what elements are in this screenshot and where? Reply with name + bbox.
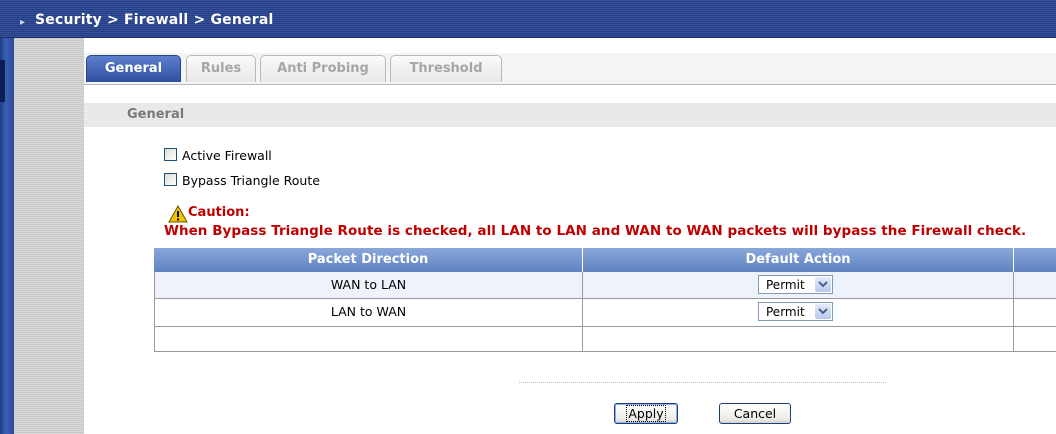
empty-cell <box>1014 327 1056 351</box>
cancel-label: Cancel <box>733 406 777 421</box>
caution-title: Caution: <box>188 205 250 220</box>
direction-cell: WAN to LAN <box>155 272 583 298</box>
column-header-packet-direction: Packet Direction <box>154 248 583 272</box>
extra-cell <box>1014 272 1056 298</box>
empty-cell <box>155 327 583 351</box>
section-title: General <box>127 107 185 122</box>
active-firewall-checkbox[interactable] <box>164 148 177 161</box>
caution-message: When Bypass Triangle Route is checked, a… <box>164 223 1027 239</box>
direction-text: WAN to LAN <box>330 277 407 292</box>
tab-strip: General Rules Anti Probing Threshold <box>84 53 1056 85</box>
divider <box>519 382 886 383</box>
tab-anti-probing[interactable]: Anti Probing <box>260 55 386 82</box>
tab-threshold[interactable]: Threshold <box>390 55 502 82</box>
tab-general[interactable]: General <box>86 55 181 82</box>
chevron-down-icon[interactable] <box>815 304 831 319</box>
selected-value: Permit <box>766 305 805 319</box>
action-cell: Permit <box>583 272 1014 298</box>
extra-cell <box>1014 299 1056 326</box>
table-row <box>154 327 1056 352</box>
cancel-button[interactable]: Cancel <box>719 403 791 424</box>
left-gutter <box>14 37 84 434</box>
empty-cell <box>583 327 1014 351</box>
column-header-extra <box>1014 248 1056 272</box>
direction-cell: LAN to WAN <box>155 299 583 326</box>
apply-label: Apply <box>626 405 666 422</box>
default-action-select[interactable]: Permit <box>758 302 833 321</box>
direction-text: LAN to WAN <box>330 304 407 319</box>
column-header-default-action: Default Action <box>583 248 1014 272</box>
table-row: WAN to LAN Permit <box>154 272 1056 299</box>
policy-table: Packet Direction Default Action WAN to L… <box>154 248 1056 353</box>
frame-edge <box>0 60 5 102</box>
apply-button[interactable]: Apply <box>614 403 678 424</box>
active-firewall-label: Active Firewall <box>182 148 272 163</box>
warning-triangle-icon <box>168 205 188 223</box>
section-header: General <box>84 103 1056 127</box>
breadcrumb: Security > Firewall > General <box>35 12 274 28</box>
chevron-down-icon[interactable] <box>815 277 831 292</box>
bypass-triangle-route-label: Bypass Triangle Route <box>182 173 320 188</box>
bypass-triangle-route-checkbox[interactable] <box>164 173 177 186</box>
breadcrumb-arrow-icon: ▸ <box>20 17 26 28</box>
title-bar: ▸ Security > Firewall > General <box>0 0 1056 38</box>
tab-rules[interactable]: Rules <box>186 55 256 82</box>
selected-value: Permit <box>766 278 805 292</box>
action-cell: Permit <box>583 299 1014 326</box>
table-row: LAN to WAN Permit <box>154 299 1056 327</box>
left-frame <box>0 0 14 434</box>
default-action-select[interactable]: Permit <box>758 275 833 294</box>
